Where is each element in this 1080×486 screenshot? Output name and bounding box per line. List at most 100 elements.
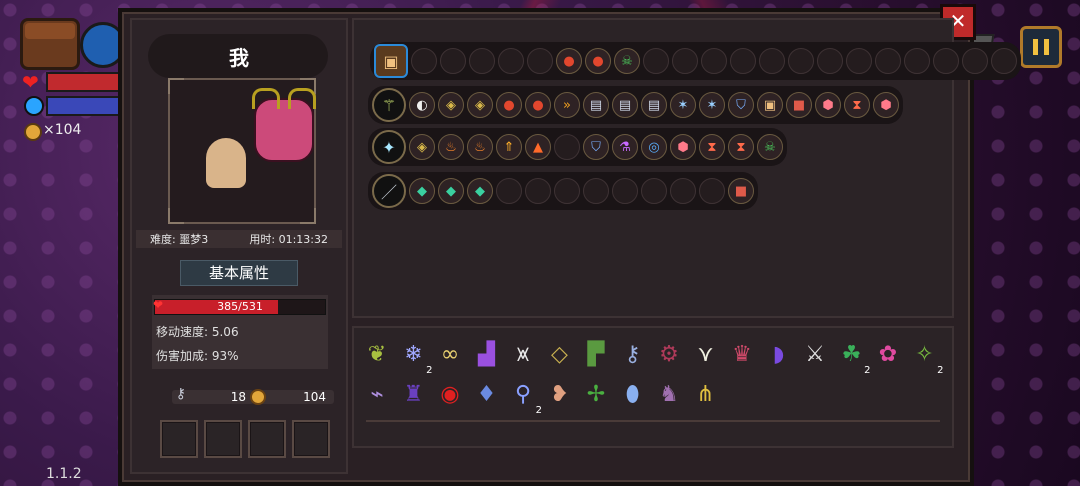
bomb-icon[interactable]: ● (525, 92, 551, 118)
empty-mod-slot[interactable] (991, 48, 1017, 74)
rune-icon[interactable]: ◈ (438, 92, 464, 118)
gem-icon[interactable]: ◆ (438, 178, 464, 204)
empty-mod-slot[interactable] (554, 178, 580, 204)
armor-icon[interactable]: ♞ (654, 380, 684, 410)
up-arrow-icon[interactable]: ⇑ (496, 134, 522, 160)
cape-icon[interactable]: ◗ (764, 340, 794, 370)
flower-icon[interactable]: ✿ (873, 340, 903, 370)
arrows-icon[interactable]: » (554, 92, 580, 118)
chest-icon[interactable]: ▣ (757, 92, 783, 118)
meat-icon[interactable]: ❥ (545, 380, 575, 410)
hourglass-icon[interactable]: ⧗ (699, 134, 725, 160)
weapon-row: ⚚ ◐ ◈ ◈ ● ●» ▤ ▤ ▤ ✶ ✶ ⛉ ▣ ■ ⬢ ⧗ ⬢ (368, 86, 903, 124)
gem-icon[interactable]: ◆ (467, 178, 493, 204)
empty-mod-slot[interactable] (670, 178, 696, 204)
flame-icon[interactable]: ♨ (467, 134, 493, 160)
empty-mod-slot[interactable] (672, 48, 698, 74)
empty-mod-slot[interactable] (701, 48, 727, 74)
star-icon[interactable]: ✶ (699, 92, 725, 118)
crystal-icon[interactable]: ❄ 2 (399, 340, 432, 376)
shield-icon[interactable]: ⛉ (728, 92, 754, 118)
cog-icon[interactable]: ⚙ (654, 340, 684, 370)
empty-mod-slot[interactable] (583, 178, 609, 204)
flame-icon[interactable]: ♨ (438, 134, 464, 160)
empty-mod-slot[interactable] (699, 178, 725, 204)
empty-mod-slot[interactable] (641, 178, 667, 204)
bomb-icon[interactable]: ● (585, 48, 611, 74)
skull-icon[interactable]: ☠ (614, 48, 640, 74)
tri-icon[interactable]: ▲ (525, 134, 551, 160)
book-icon[interactable]: ▤ (641, 92, 667, 118)
empty-mod-slot[interactable] (788, 48, 814, 74)
empty-mod-slot[interactable] (554, 134, 580, 160)
gem-icon[interactable]: ◆ (409, 178, 435, 204)
egg-icon[interactable]: ⬮ (618, 380, 648, 410)
empty-mod-slot[interactable] (612, 178, 638, 204)
empty-mod-slot[interactable] (643, 48, 669, 74)
empty-mod-slot[interactable] (469, 48, 495, 74)
robe-icon[interactable]: ♜ (399, 380, 429, 410)
empty-mod-slot[interactable] (525, 178, 551, 204)
hex-icon[interactable]: ⬢ (815, 92, 841, 118)
staff-icon[interactable]: ⚚ (372, 88, 406, 122)
empty-mod-slot[interactable] (962, 48, 988, 74)
empty-mod-slot[interactable] (498, 48, 524, 74)
hud-chest-icon[interactable] (20, 18, 80, 70)
empty-mod-slot[interactable] (730, 48, 756, 74)
cloak-icon[interactable]: ♛ (727, 340, 757, 370)
key-icon[interactable]: ⚷ (618, 340, 648, 370)
magnifier-icon[interactable]: ⚲ 2 (508, 380, 542, 416)
empty-mod-slot[interactable] (759, 48, 785, 74)
empty-mod-slot[interactable] (846, 48, 872, 74)
rune-icon[interactable]: ◈ (467, 92, 493, 118)
hourglass-icon[interactable]: ⧗ (728, 134, 754, 160)
hex-icon[interactable]: ⬢ (670, 134, 696, 160)
clover-icon[interactable]: ☘ 2 (837, 340, 871, 376)
hex-icon[interactable]: ⬢ (873, 92, 899, 118)
book-icon[interactable]: ▤ (612, 92, 638, 118)
empty-mod-slot[interactable] (411, 48, 437, 74)
empty-mod-slot[interactable] (496, 178, 522, 204)
empty-mod-slot[interactable] (527, 48, 553, 74)
wing-icon[interactable]: ⋎ (691, 340, 721, 370)
star-icon[interactable]: ✶ (670, 92, 696, 118)
empty-mod-slot[interactable] (904, 48, 930, 74)
boot-icon[interactable]: ▟ (472, 340, 502, 370)
skull-icon[interactable]: ☠ (757, 134, 783, 160)
empty-slot[interactable] (160, 420, 198, 458)
sock-icon[interactable]: ▛ (581, 340, 611, 370)
eye-icon[interactable]: ◉ (435, 380, 465, 410)
shield-icon[interactable]: ⛉ (583, 134, 609, 160)
sword-icon[interactable]: ⚔ (800, 340, 830, 370)
empty-mod-slot[interactable] (817, 48, 843, 74)
jaw-icon[interactable]: ⩙ (508, 340, 538, 370)
hourglass-icon[interactable]: ⧗ (844, 92, 870, 118)
mouse-icon[interactable]: ◐ (409, 92, 435, 118)
bomb-icon[interactable]: ● (556, 48, 582, 74)
claw-icon[interactable]: ⋔ (691, 380, 721, 410)
twig-icon[interactable]: ✢ (581, 380, 611, 410)
bomb-icon[interactable]: ● (496, 92, 522, 118)
empty-mod-slot[interactable] (440, 48, 466, 74)
glasses-icon[interactable]: ∞ (435, 340, 465, 370)
empty-mod-slot[interactable] (875, 48, 901, 74)
cube-icon[interactable]: ■ (786, 92, 812, 118)
rune-icon[interactable]: ◈ (409, 134, 435, 160)
rune-stone-icon[interactable]: ◇ (545, 340, 575, 370)
empty-slot[interactable] (292, 420, 330, 458)
drop-icon[interactable]: ♦ (472, 380, 502, 410)
chest-icon[interactable]: ▣ (374, 44, 408, 78)
bone-icon[interactable]: ⌁ (362, 380, 392, 410)
empty-slot[interactable] (248, 420, 286, 458)
potion-icon[interactable]: ⚗ (612, 134, 638, 160)
wand-icon[interactable]: ✦ (372, 130, 406, 164)
empty-slot[interactable] (204, 420, 242, 458)
sprout-icon[interactable]: ✧ 2 (910, 340, 943, 376)
swirl-icon[interactable]: ◎ (641, 134, 667, 160)
cube-icon[interactable]: ■ (728, 178, 754, 204)
empty-mod-slot[interactable] (933, 48, 959, 74)
spear-icon[interactable]: ／ (372, 174, 406, 208)
book-icon[interactable]: ▤ (583, 92, 609, 118)
leaf-icon[interactable]: ❦ (362, 340, 392, 370)
pause-button[interactable] (1020, 26, 1062, 68)
